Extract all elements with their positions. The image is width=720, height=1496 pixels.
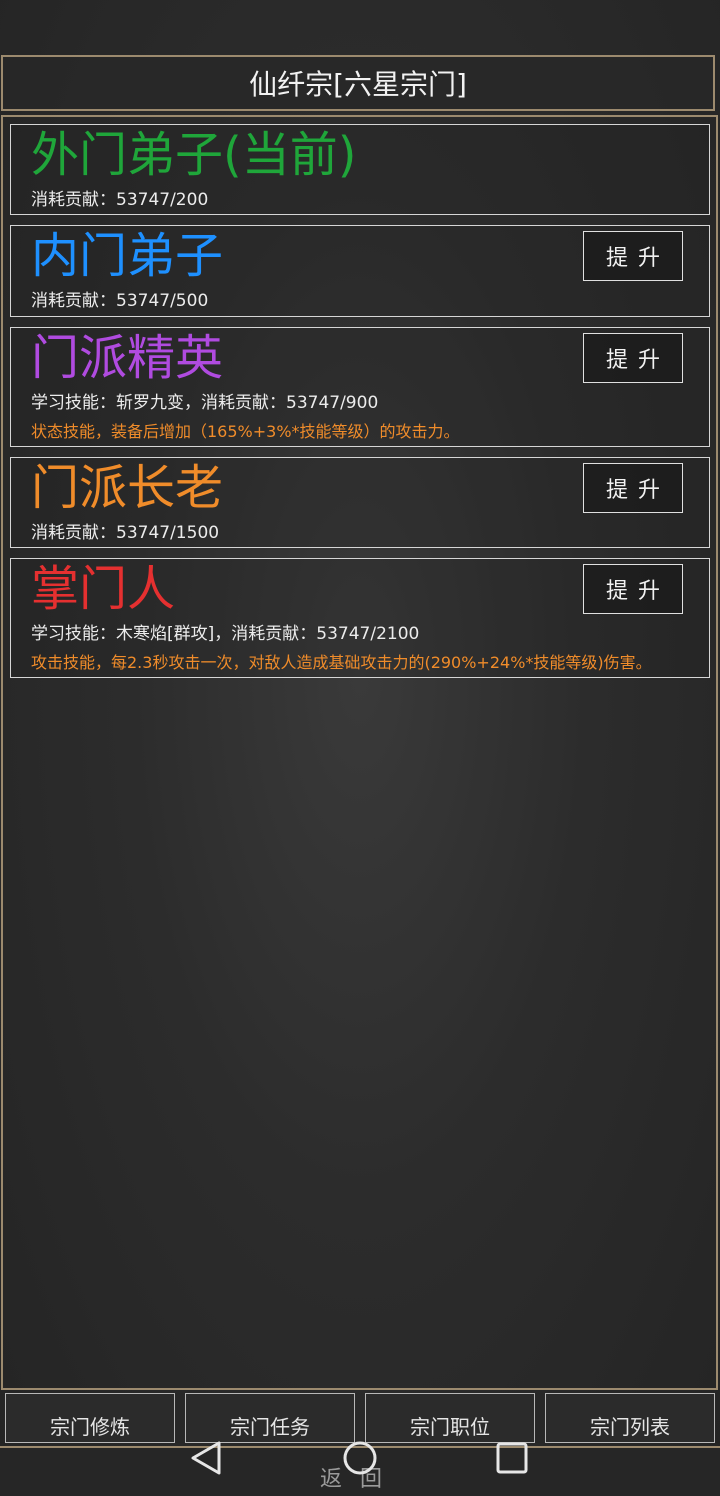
rank-name: 内门弟子 bbox=[31, 228, 224, 284]
back-button-label: 返回 bbox=[319, 1467, 400, 1492]
rank-skill-cost: 学习技能：木寒焰[群攻]，消耗贡献：53747/2100 bbox=[31, 624, 420, 644]
promote-button[interactable]: 提升 bbox=[583, 333, 683, 383]
rank-cost: 消耗贡献：53747/200 bbox=[31, 190, 209, 210]
page-title: 仙纤宗[六星宗门] bbox=[1, 55, 715, 111]
promote-button[interactable]: 提升 bbox=[583, 231, 683, 281]
rank-card-inner-disciple: 内门弟子 消耗贡献：53747/500 提升 bbox=[10, 225, 710, 317]
promote-button[interactable]: 提升 bbox=[583, 564, 683, 614]
rank-card-sect-elite: 门派精英 学习技能：斩罗九变，消耗贡献：53747/900 状态技能，装备后增加… bbox=[10, 327, 710, 447]
rank-skill-desc: 状态技能，装备后增加（165%+3%*技能等级）的攻击力。 bbox=[31, 422, 460, 441]
rank-card-sect-elder: 门派长老 消耗贡献：53747/1500 提升 bbox=[10, 457, 710, 548]
promote-button[interactable]: 提升 bbox=[583, 463, 683, 513]
rank-cost: 消耗贡献：53747/1500 bbox=[31, 523, 220, 543]
rank-name: 外门弟子(当前) bbox=[31, 127, 357, 183]
tab-sect-cultivation[interactable]: 宗门修炼 bbox=[5, 1393, 175, 1443]
page-title-text: 仙纤宗[六星宗门] bbox=[249, 68, 467, 101]
sect-rank-screen: 仙纤宗[六星宗门] 外门弟子(当前) 消耗贡献：53747/200 内门弟子 消… bbox=[0, 0, 720, 1496]
rank-skill-cost: 学习技能：斩罗九变，消耗贡献：53747/900 bbox=[31, 393, 379, 413]
rank-skill-desc: 攻击技能，每2.3秒攻击一次，对敌人造成基础攻击力的(290%+24%*技能等级… bbox=[31, 653, 652, 672]
tab-sect-positions[interactable]: 宗门职位 bbox=[365, 1393, 535, 1443]
rank-name: 掌门人 bbox=[31, 561, 176, 617]
rank-card-outer-disciple: 外门弟子(当前) 消耗贡献：53747/200 bbox=[10, 124, 710, 215]
tab-sect-tasks[interactable]: 宗门任务 bbox=[185, 1393, 355, 1443]
rank-card-sect-master: 掌门人 学习技能：木寒焰[群攻]，消耗贡献：53747/2100 攻击技能，每2… bbox=[10, 558, 710, 678]
back-button[interactable]: 返回 bbox=[0, 1446, 720, 1496]
tab-sect-list[interactable]: 宗门列表 bbox=[545, 1393, 715, 1443]
rank-name: 门派精英 bbox=[31, 330, 224, 386]
bottom-tab-bar: 宗门修炼 宗门任务 宗门职位 宗门列表 bbox=[0, 1393, 720, 1443]
rank-cost: 消耗贡献：53747/500 bbox=[31, 291, 209, 311]
rank-name: 门派长老 bbox=[31, 460, 224, 516]
